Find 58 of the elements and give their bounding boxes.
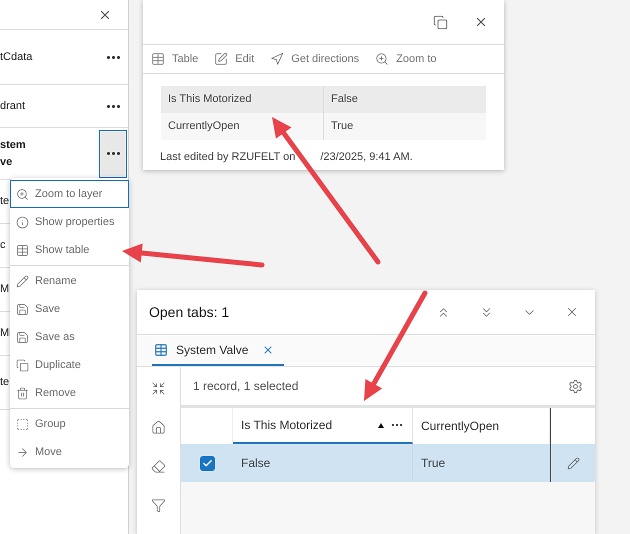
- action-button[interactable]: Zoom to: [375, 50, 436, 68]
- ellipsis-icon: [106, 152, 120, 155]
- action-button[interactable]: Table: [151, 50, 198, 68]
- edit-info-text: Last edited by RZUFELT on: [160, 150, 296, 165]
- record-count: 1 record, 1 selected: [193, 378, 300, 395]
- layer-name[interactable]: tCdata: [0, 48, 99, 66]
- close-icon[interactable]: [565, 305, 579, 319]
- arrow-right-icon: [16, 446, 29, 458]
- duplicate-icon: [16, 358, 29, 372]
- action-button[interactable]: Get directions: [270, 50, 360, 68]
- save-icon: [16, 330, 29, 344]
- sort-arrow-icon: [378, 422, 384, 428]
- menu-item[interactable]: Group: [10, 410, 129, 438]
- settings-icon[interactable]: [568, 378, 583, 394]
- layer-name[interactable]: ve: [0, 154, 99, 170]
- shrink-icon[interactable]: [151, 381, 166, 396]
- table-icon: [154, 342, 168, 356]
- ellipsis-icon: [106, 56, 120, 58]
- zoom-icon: [375, 52, 390, 66]
- edit-icon: [214, 52, 228, 66]
- menu-item[interactable]: Remove: [10, 379, 129, 407]
- edit-info-text: /23/2025, 9:41 AM.: [320, 150, 413, 165]
- zoom-icon: [16, 188, 29, 200]
- dock-icon[interactable]: [433, 14, 448, 30]
- filter-icon[interactable]: [151, 498, 166, 513]
- layer-name[interactable]: drant: [0, 98, 99, 114]
- check-icon: [202, 458, 212, 468]
- row-checkbox[interactable]: [200, 456, 214, 470]
- panel-title: Open tabs: 1: [149, 302, 230, 322]
- edit-icon[interactable]: [566, 456, 580, 470]
- table-cell: True: [413, 444, 550, 482]
- close-icon[interactable]: [474, 15, 488, 29]
- menu-item[interactable]: Rename: [10, 267, 129, 295]
- menu-item[interactable]: Save as: [10, 323, 129, 351]
- save-icon: [16, 302, 29, 316]
- field-value: True: [330, 119, 354, 134]
- group-icon: [16, 418, 29, 430]
- menu-item[interactable]: Duplicate: [10, 351, 129, 379]
- menu-item[interactable]: Zoom to layer: [10, 180, 129, 208]
- trash-icon: [16, 386, 29, 400]
- info-icon: [16, 216, 29, 228]
- home-icon[interactable]: [151, 420, 166, 435]
- menu-item[interactable]: Show table: [10, 236, 129, 264]
- pencil-icon: [16, 274, 29, 288]
- menu-item[interactable]: Show properties: [10, 208, 129, 236]
- table-icon: [16, 244, 29, 256]
- field-value: False: [330, 92, 359, 108]
- more-button[interactable]: [99, 130, 127, 178]
- menu-item[interactable]: Save: [10, 295, 129, 323]
- ellipsis-icon: [106, 104, 120, 108]
- layer-name[interactable]: stem: [0, 136, 99, 154]
- table-cell: False: [233, 444, 413, 482]
- action-button[interactable]: Edit: [214, 50, 254, 68]
- eraser-icon[interactable]: [151, 459, 166, 474]
- close-icon[interactable]: [262, 344, 274, 356]
- directions-icon: [270, 52, 284, 66]
- table-icon: [151, 52, 165, 66]
- menu-item[interactable]: Move: [10, 438, 129, 466]
